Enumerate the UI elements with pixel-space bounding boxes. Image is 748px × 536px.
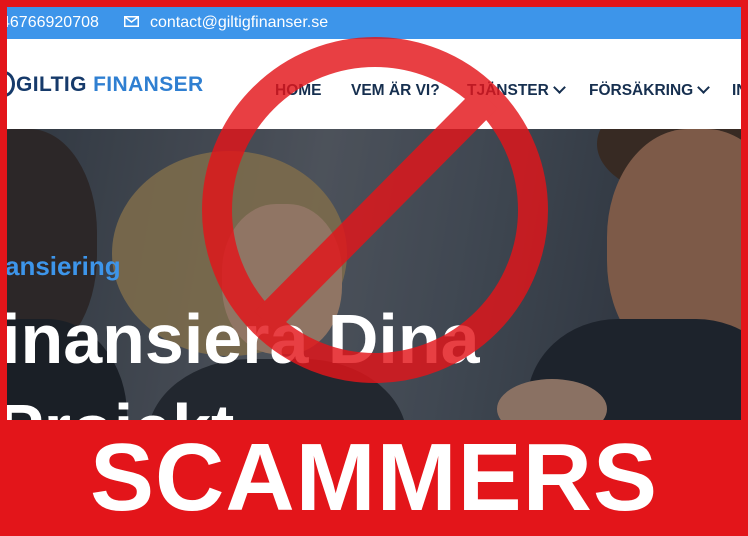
envelope-icon: [124, 16, 139, 27]
logo-mark-icon: [7, 71, 15, 97]
scam-warning-label: SCAMMERS: [89, 424, 658, 531]
contact-bar: 46766920708 contact@giltigfinanser.se: [7, 7, 741, 39]
hero-subtitle: ansiering: [7, 251, 121, 281]
nav-about[interactable]: VEM ÄR VI?: [351, 82, 440, 100]
logo-text: GILTIG FINANSER: [16, 73, 204, 96]
phone-number[interactable]: 46766920708: [7, 14, 99, 32]
nav-more[interactable]: IN: [732, 82, 741, 100]
email-link[interactable]: contact@giltigfinanser.se: [150, 14, 328, 32]
hero-headline: inansiera Dina: [7, 300, 480, 378]
nav-services[interactable]: TJÄNSTER: [467, 81, 566, 100]
nav-home[interactable]: HOME: [275, 82, 322, 100]
scam-warning-banner: SCAMMERS: [0, 420, 748, 536]
site-header: GILTIG FINANSER HOME VEM ÄR VI? TJÄNSTER…: [7, 39, 741, 129]
site-logo[interactable]: GILTIG FINANSER: [7, 69, 203, 103]
chevron-down-icon: [552, 81, 566, 94]
nav-insurance[interactable]: FÖRSÄKRING: [589, 81, 711, 100]
chevron-down-icon: [697, 81, 711, 94]
